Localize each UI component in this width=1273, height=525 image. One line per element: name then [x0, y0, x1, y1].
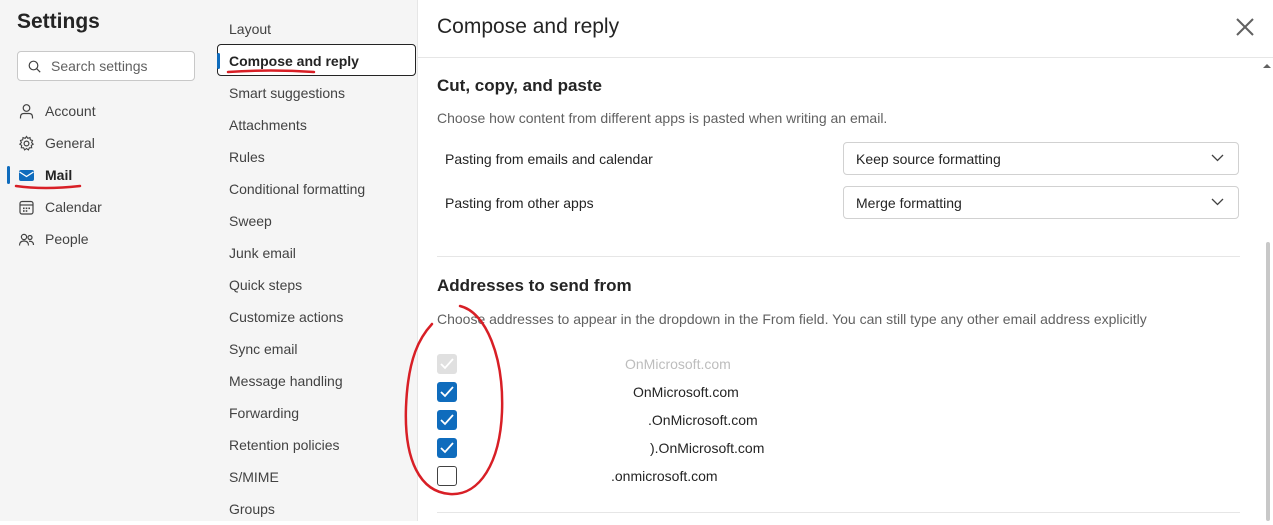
cut-copy-paste-title: Cut, copy, and paste	[437, 76, 602, 95]
chevron-down-icon	[1211, 198, 1224, 206]
subnav-item-label: Conditional formatting	[229, 181, 366, 197]
subnav-item[interactable]: Customize actions	[217, 301, 416, 333]
nav-people[interactable]: People	[0, 224, 217, 254]
subnav-item[interactable]: Sync email	[217, 333, 416, 365]
subnav-item[interactable]: Conditional formatting	[217, 173, 416, 205]
subnav-item-label: Retention policies	[229, 437, 340, 453]
close-icon[interactable]	[1232, 14, 1258, 40]
nav-general-label: General	[45, 135, 95, 151]
subnav-item-label: Smart suggestions	[229, 85, 345, 101]
scrollbar-thumb[interactable]	[1266, 242, 1270, 521]
paste-emails-dropdown[interactable]: Keep source formatting	[843, 142, 1239, 175]
settings-nav-pane: Settings Account General Mail	[0, 0, 217, 521]
nav-calendar[interactable]: Calendar	[0, 192, 217, 222]
scroll-up-arrow-icon[interactable]	[1263, 63, 1271, 69]
subnav-item-label: Customize actions	[229, 309, 344, 325]
nav-general[interactable]: General	[0, 128, 217, 158]
paste-emails-value: Keep source formatting	[856, 151, 1001, 167]
subnav-item-label: Junk email	[229, 245, 296, 261]
subnav-item-label: Rules	[229, 149, 265, 165]
settings-content-pane: Compose and reply Cut, copy, and paste C…	[418, 0, 1273, 521]
subnav-item[interactable]: Rules	[217, 141, 416, 173]
subnav-item[interactable]: Message handling	[217, 365, 416, 397]
address-text: .onmicrosoft.com	[611, 468, 718, 484]
calendar-icon	[19, 200, 34, 215]
paste-emails-label: Pasting from emails and calendar	[445, 151, 653, 167]
subnav-item[interactable]: Attachments	[217, 109, 416, 141]
people-icon	[18, 233, 35, 246]
subnav-item[interactable]: Quick steps	[217, 269, 416, 301]
subnav-item[interactable]: Sweep	[217, 205, 416, 237]
address-text: ).OnMicrosoft.com	[650, 440, 765, 456]
nav-people-label: People	[45, 231, 89, 247]
subnav-item-label: Sync email	[229, 341, 298, 357]
section-divider	[437, 256, 1240, 257]
address-text: OnMicrosoft.com	[625, 356, 731, 372]
addresses-title: Addresses to send from	[437, 276, 632, 295]
subnav-item[interactable]: Layout	[217, 13, 416, 45]
subnav-item-label: Sweep	[229, 213, 272, 229]
subnav-item-label: Compose and reply	[229, 53, 359, 69]
subnav-item[interactable]: Smart suggestions	[217, 77, 416, 109]
nav-account-label: Account	[45, 103, 96, 119]
subnav-item-label: Attachments	[229, 117, 307, 133]
subnav-item[interactable]: Forwarding	[217, 397, 416, 429]
subnav-item[interactable]: Groups	[217, 493, 416, 525]
subnav-item-label: Layout	[229, 21, 272, 37]
search-icon	[28, 60, 41, 73]
subnav-item-label: Forwarding	[229, 405, 300, 421]
gear-icon	[18, 135, 35, 151]
compose-underline-annotation	[226, 69, 316, 74]
header-divider	[418, 57, 1273, 58]
address-text: .OnMicrosoft.com	[648, 412, 758, 428]
page-title: Compose and reply	[437, 15, 620, 38]
subnav-item[interactable]: Retention policies	[217, 429, 416, 461]
mail-settings-subnav: Layout Compose and reply Smart suggestio…	[217, 0, 418, 521]
paste-other-apps-label: Pasting from other apps	[445, 195, 594, 211]
search-settings-box[interactable]	[17, 51, 195, 81]
nav-mail-label: Mail	[45, 167, 73, 183]
paste-other-apps-dropdown[interactable]: Merge formatting	[843, 186, 1239, 219]
subnav-item-label: Quick steps	[229, 277, 303, 293]
mail-icon	[19, 170, 34, 181]
person-icon	[19, 104, 34, 119]
paste-other-apps-value: Merge formatting	[856, 195, 962, 211]
subnav-item[interactable]: S/MIME	[217, 461, 416, 493]
addresses-description: Choose addresses to appear in the dropdo…	[437, 311, 1147, 327]
search-settings-input[interactable]	[49, 57, 183, 75]
subnav-item-label: Message handling	[229, 373, 343, 389]
subnav-item[interactable]: Junk email	[217, 237, 416, 269]
cut-copy-paste-description: Choose how content from different apps i…	[437, 110, 888, 126]
address-text: OnMicrosoft.com	[633, 384, 739, 400]
section-divider	[437, 512, 1240, 513]
nav-calendar-label: Calendar	[45, 199, 102, 215]
mail-underline-annotation	[14, 184, 82, 190]
settings-title: Settings	[17, 10, 100, 33]
subnav-item-label: Groups	[229, 501, 275, 517]
nav-account[interactable]: Account	[0, 96, 217, 126]
checkbox-circle-annotation	[404, 304, 504, 496]
subnav-item-label: S/MIME	[229, 469, 279, 485]
chevron-down-icon	[1211, 154, 1224, 162]
